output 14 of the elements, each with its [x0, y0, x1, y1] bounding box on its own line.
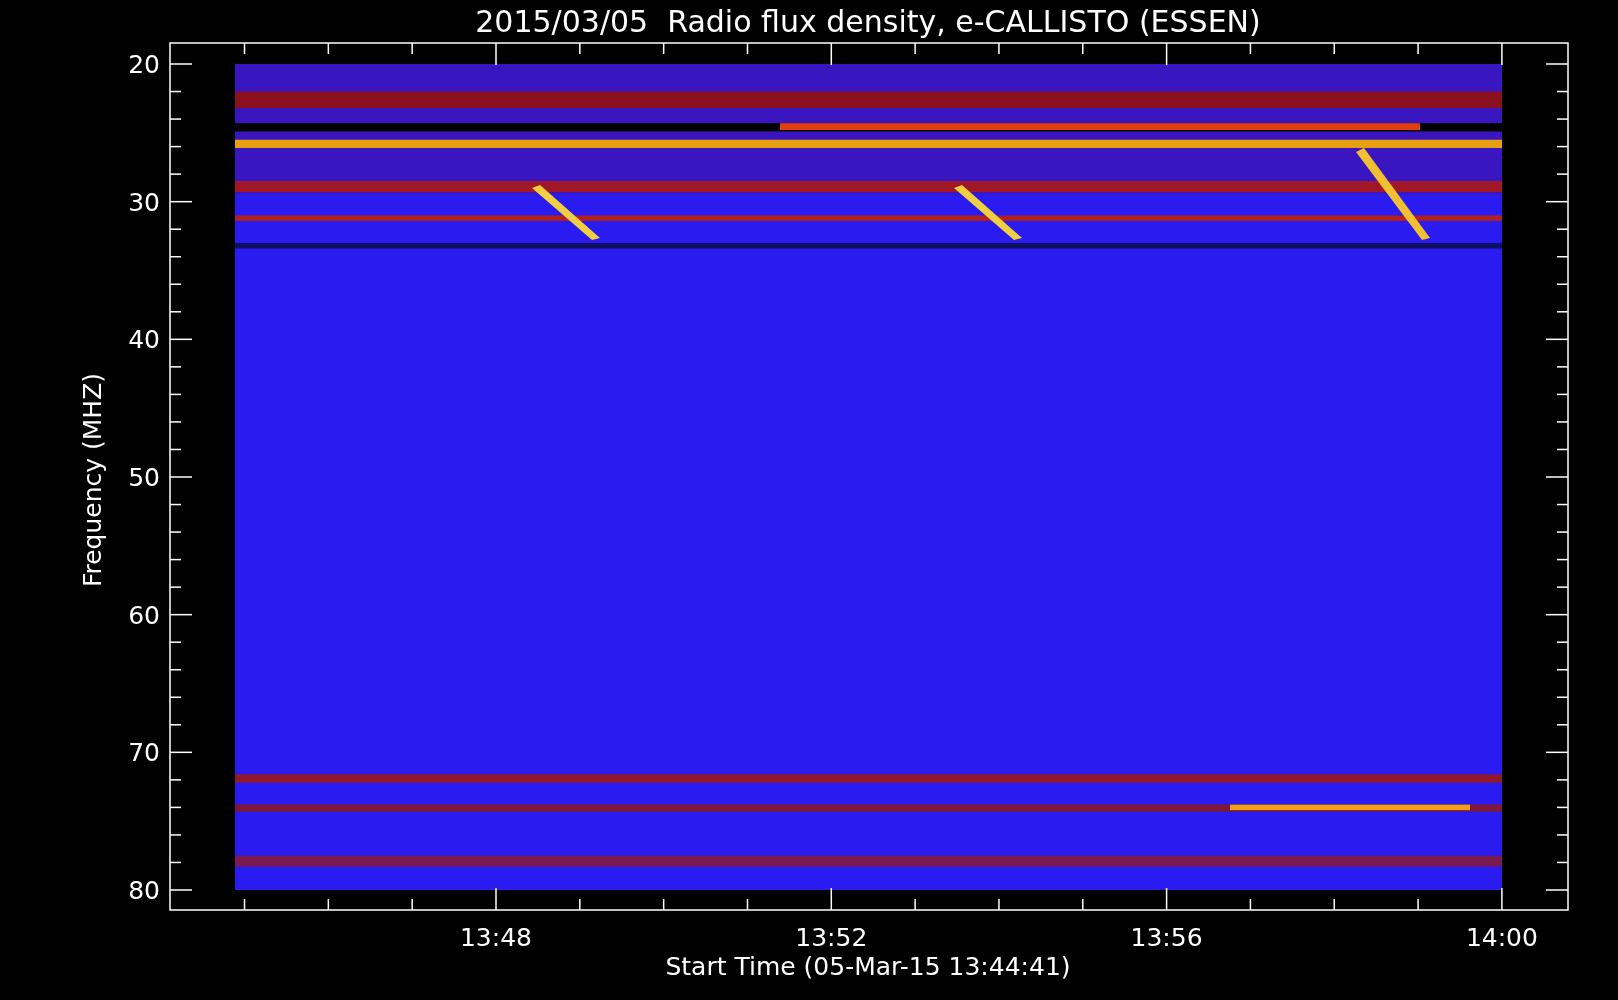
tick-label: 70 — [128, 738, 160, 768]
tick-label: 60 — [128, 600, 160, 630]
axis-label: Frequency (MHZ) — [78, 372, 107, 588]
tick-label: 13:48 — [460, 923, 532, 952]
tick-label: 30 — [128, 187, 160, 217]
tick-label: 50 — [128, 463, 160, 492]
tick-label: 14:00 — [1465, 923, 1538, 952]
tick-label: 20 — [128, 50, 160, 79]
tick-label: 40 — [128, 325, 160, 355]
axis-label: Start Time (05-Mar-15 13:44:41) — [665, 952, 1071, 981]
tick-label: 80 — [128, 876, 160, 905]
chart-title: 2015/03/05 Radio flux density, e-CALLISTO (ESSEN) — [475, 4, 1261, 39]
tick-label: 13:56 — [1130, 923, 1203, 952]
tick-label: 13:52 — [795, 923, 868, 952]
